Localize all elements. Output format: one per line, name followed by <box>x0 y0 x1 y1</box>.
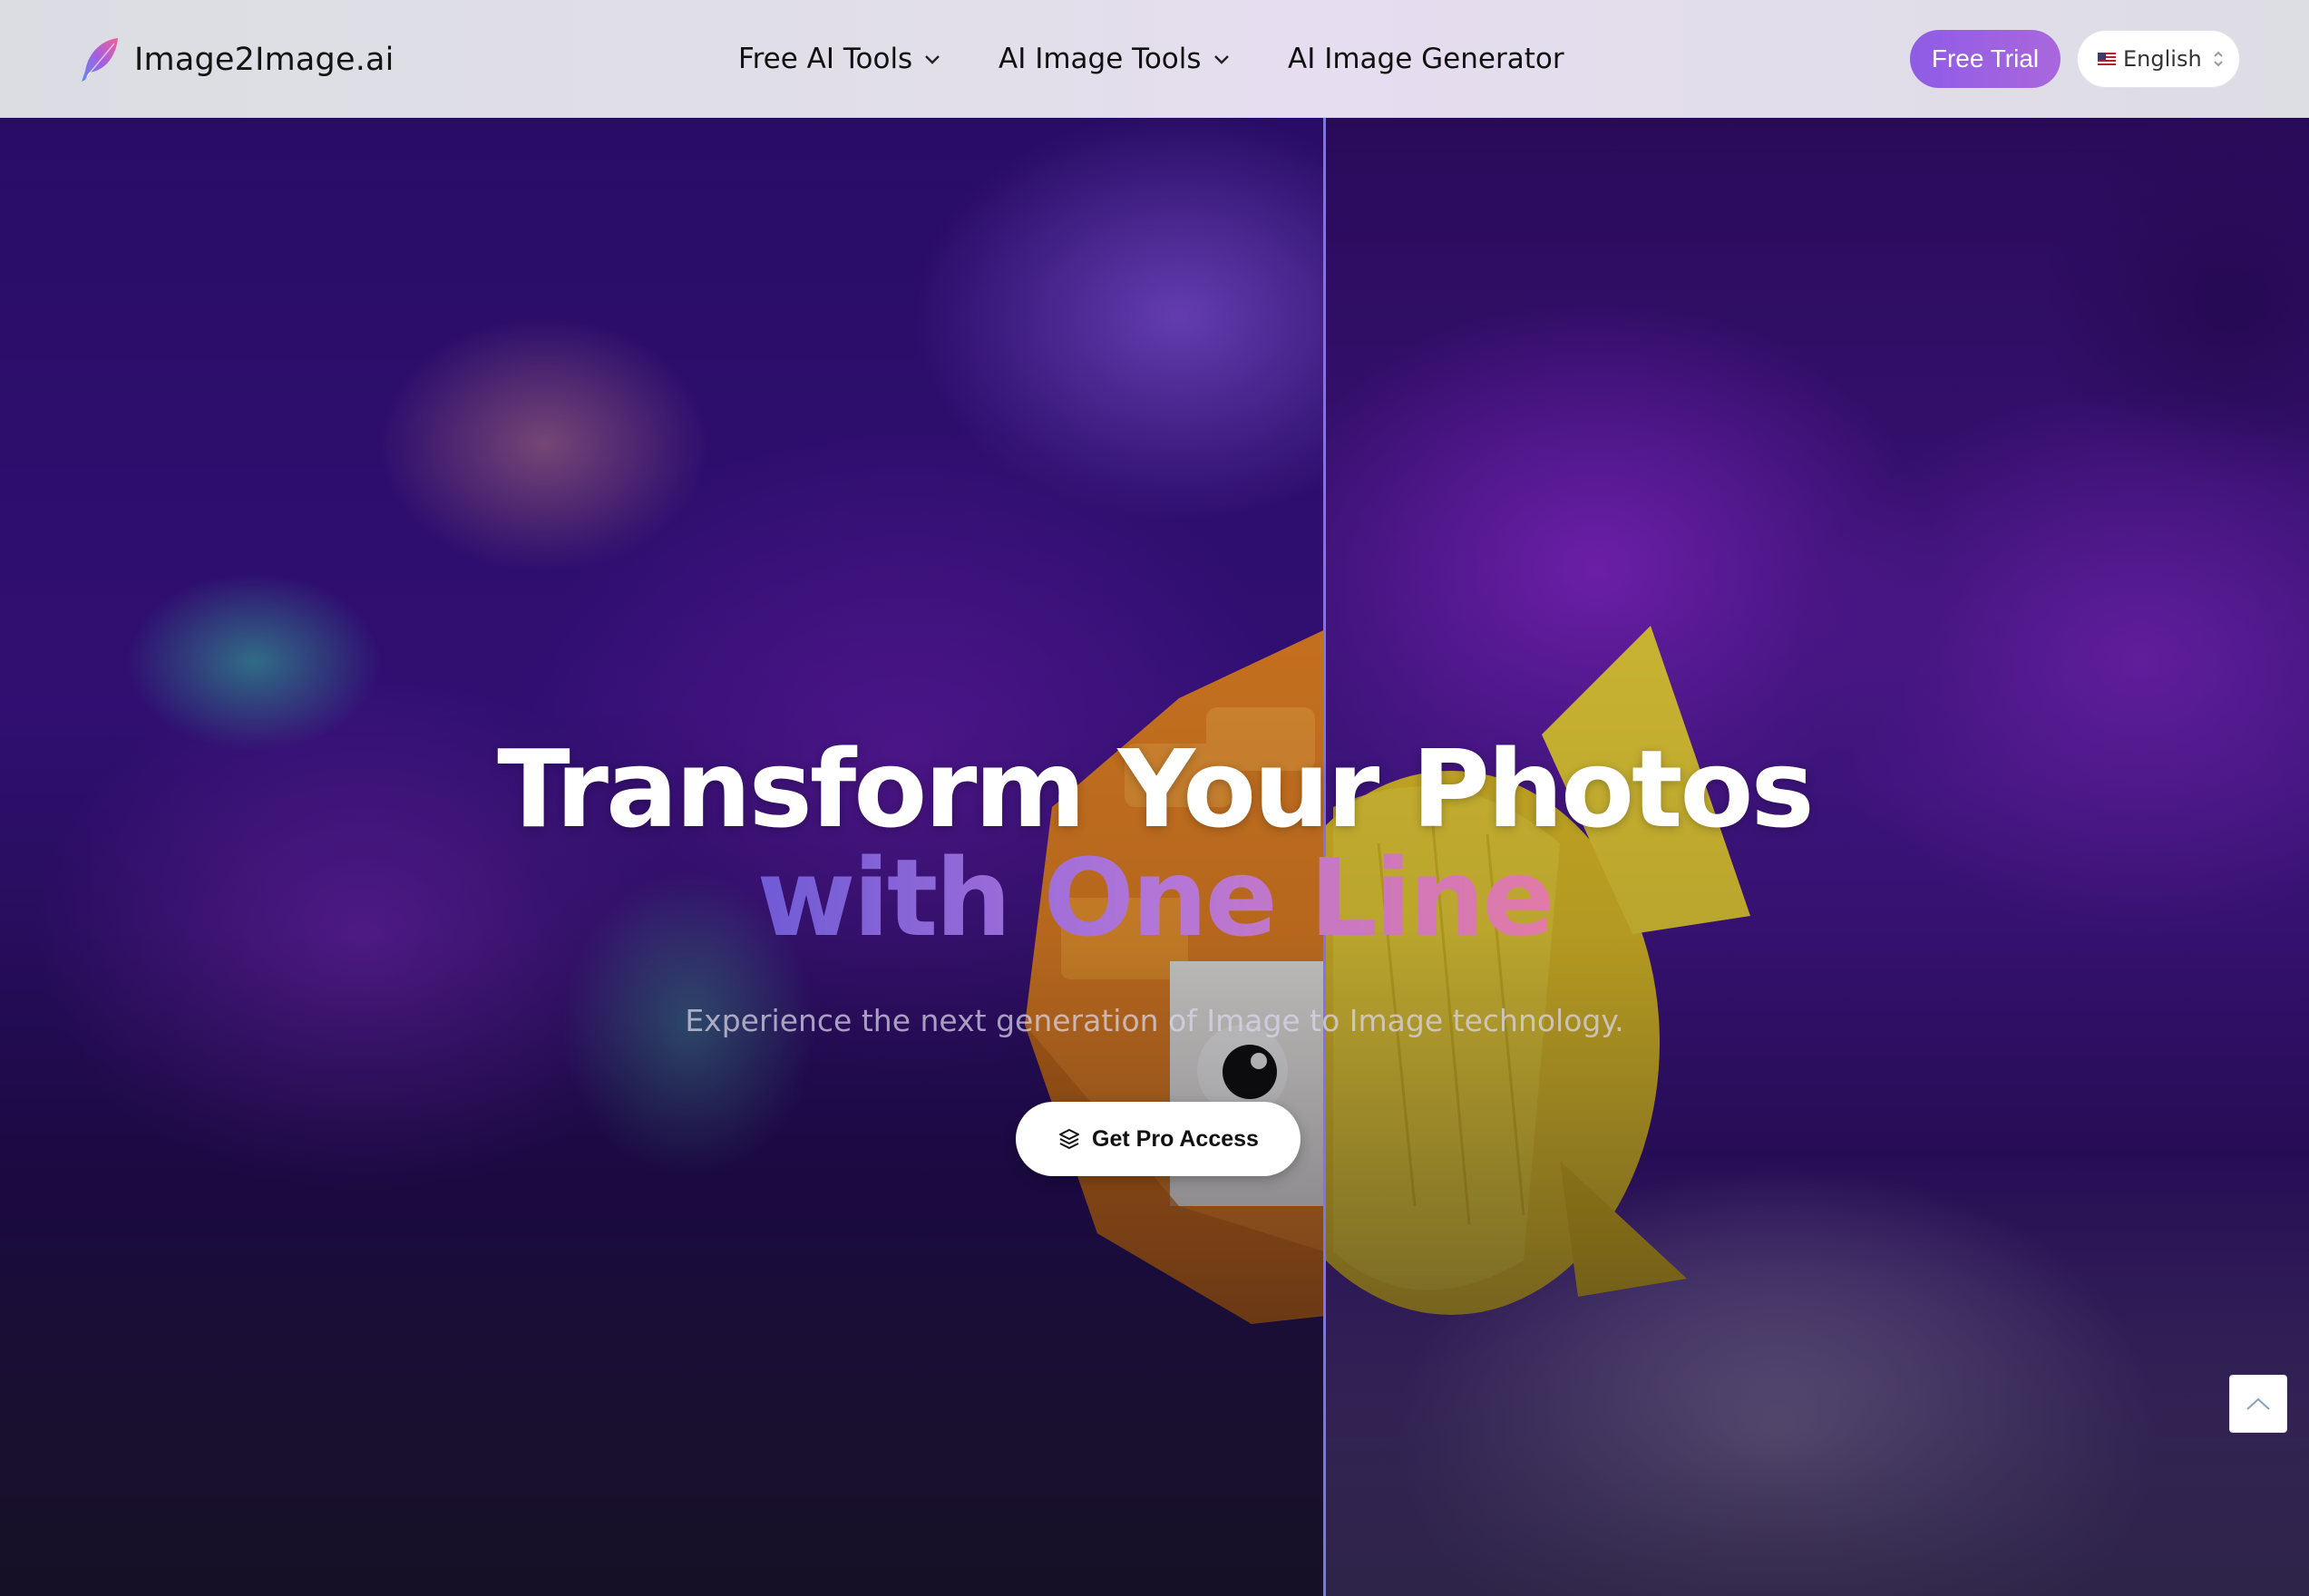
nav-ai-image-tools[interactable]: AI Image Tools <box>999 36 1231 82</box>
language-selector[interactable]: English <box>2077 30 2240 88</box>
nav-label: AI Image Generator <box>1288 43 1564 75</box>
us-flag-icon <box>2098 53 2116 65</box>
nav-label: Free AI Tools <box>738 43 913 75</box>
brand-name: Image2Image.ai <box>134 42 395 78</box>
hero-comparison: Transform Your Photos with One Line Expe… <box>0 118 2309 1596</box>
hero-title: Transform Your Photos <box>497 726 1814 852</box>
scroll-to-top-button[interactable] <box>2229 1375 2287 1433</box>
hero-subtitle: Experience the next generation of Image … <box>685 1003 1624 1038</box>
hero-title-accent: with One Line <box>0 843 2309 952</box>
get-pro-access-button[interactable]: Get Pro Access <box>1016 1102 1301 1176</box>
feather-logo-icon <box>82 38 118 82</box>
up-down-chevron-icon <box>2213 51 2223 67</box>
chevron-up-icon <box>2246 1397 2270 1410</box>
site-header: Image2Image.ai Free AI Tools AI Image To… <box>0 0 2309 118</box>
cta-label: Get Pro Access <box>1092 1125 1259 1152</box>
chevron-down-icon <box>1213 55 1229 64</box>
layers-icon <box>1059 1129 1080 1149</box>
hero-title-accent-text: with One Line <box>756 835 1554 960</box>
nav-label: AI Image Tools <box>999 43 1202 75</box>
chevron-down-icon <box>925 55 940 64</box>
page: Image2Image.ai Free AI Tools AI Image To… <box>0 0 2309 1596</box>
nav-ai-image-generator[interactable]: AI Image Generator <box>1288 36 1564 82</box>
nav-free-ai-tools[interactable]: Free AI Tools <box>738 36 941 82</box>
brand-logo[interactable]: Image2Image.ai <box>78 33 395 87</box>
language-label: English <box>2123 46 2202 72</box>
free-trial-button[interactable]: Free Trial <box>1910 30 2061 88</box>
